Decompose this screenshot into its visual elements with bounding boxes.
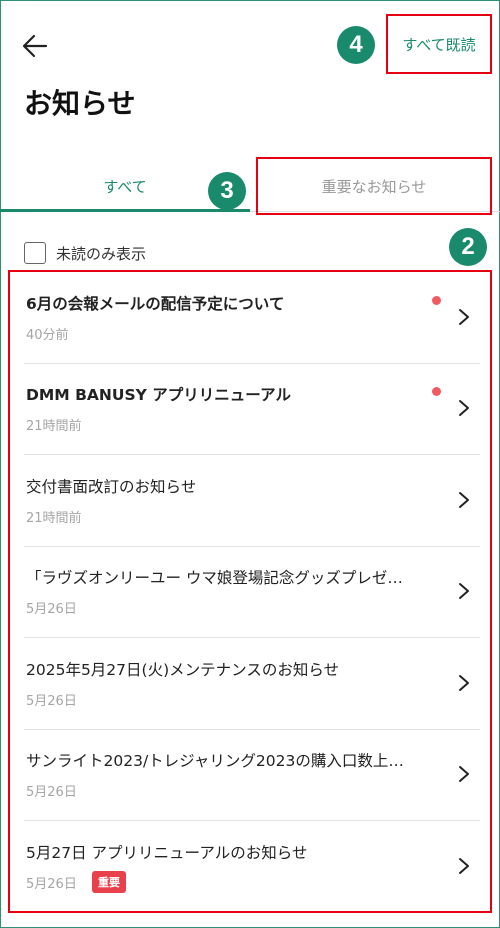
notice-date: 40分前 [26,328,69,343]
callout-number-4: 4 [337,26,375,64]
unread-only-filter[interactable]: 未読のみ表示 [24,242,146,264]
chevron-right-icon [459,492,469,508]
notice-title: 交付書面改訂のお知らせ [26,478,197,496]
callout-number-2: 2 [449,228,487,266]
page-title: お知らせ [24,87,136,120]
back-arrow-icon[interactable] [22,33,48,59]
chevron-right-icon [459,858,469,874]
mark-all-read-button[interactable]: すべて既読 [386,14,492,74]
chevron-right-icon [459,766,469,782]
tab-important-notices[interactable]: 重要なお知らせ [256,157,492,215]
notice-date: 5月26日 [26,785,77,800]
unread-only-label: 未読のみ表示 [56,244,147,263]
notice-title: DMM BANUSY アプリリニューアル [26,386,291,404]
notice-title: 2025年5月27日(火)メンテナンスのお知らせ [26,661,340,679]
callout-number-3: 3 [208,172,246,210]
notice-title: 5月27日 アプリリニューアルのお知らせ [26,844,308,862]
notice-list-item[interactable]: サンライト2023/トレジャリング2023の購入口数上… 5月26日 [24,729,480,821]
notice-date: 5月26日 [26,694,77,709]
important-badge: 重要 [92,871,126,893]
notice-list-item[interactable]: DMM BANUSY アプリリニューアル 21時間前 [24,363,480,455]
chevron-right-icon [459,675,469,691]
chevron-right-icon [459,309,469,325]
notice-date: 21時間前 [26,511,82,526]
notice-list-item[interactable]: 6月の会報メールの配信予定について 40分前 [24,272,480,364]
chevron-right-icon [459,400,469,416]
notice-list: 6月の会報メールの配信予定について 40分前 DMM BANUSY アプリリニューア… [8,270,492,913]
notice-list-item[interactable]: 「ラヴズオンリーユー ウマ娘登場記念グッズプレゼ… 5月26日 [24,546,480,638]
notice-list-item[interactable]: 5月27日 アプリリニューアルのお知らせ 5月26日 重要 [24,821,480,913]
notice-date: 21時間前 [26,419,82,434]
notice-list-item[interactable]: 2025年5月27日(火)メンテナンスのお知らせ 5月26日 [24,638,480,730]
unread-dot [432,296,441,305]
notice-date: 5月26日 [26,602,77,617]
active-tab-indicator [0,209,250,212]
notice-title: 6月の会報メールの配信予定について [26,295,285,313]
unread-dot [432,387,441,396]
notice-title: 「ラヴズオンリーユー ウマ娘登場記念グッズプレゼ… [26,569,403,587]
notice-list-item[interactable]: 交付書面改訂のお知らせ 21時間前 [24,455,480,547]
notice-title: サンライト2023/トレジャリング2023の購入口数上… [26,752,404,770]
chevron-right-icon [459,583,469,599]
unread-only-checkbox[interactable] [24,242,46,264]
notice-date: 5月26日 [26,877,77,892]
